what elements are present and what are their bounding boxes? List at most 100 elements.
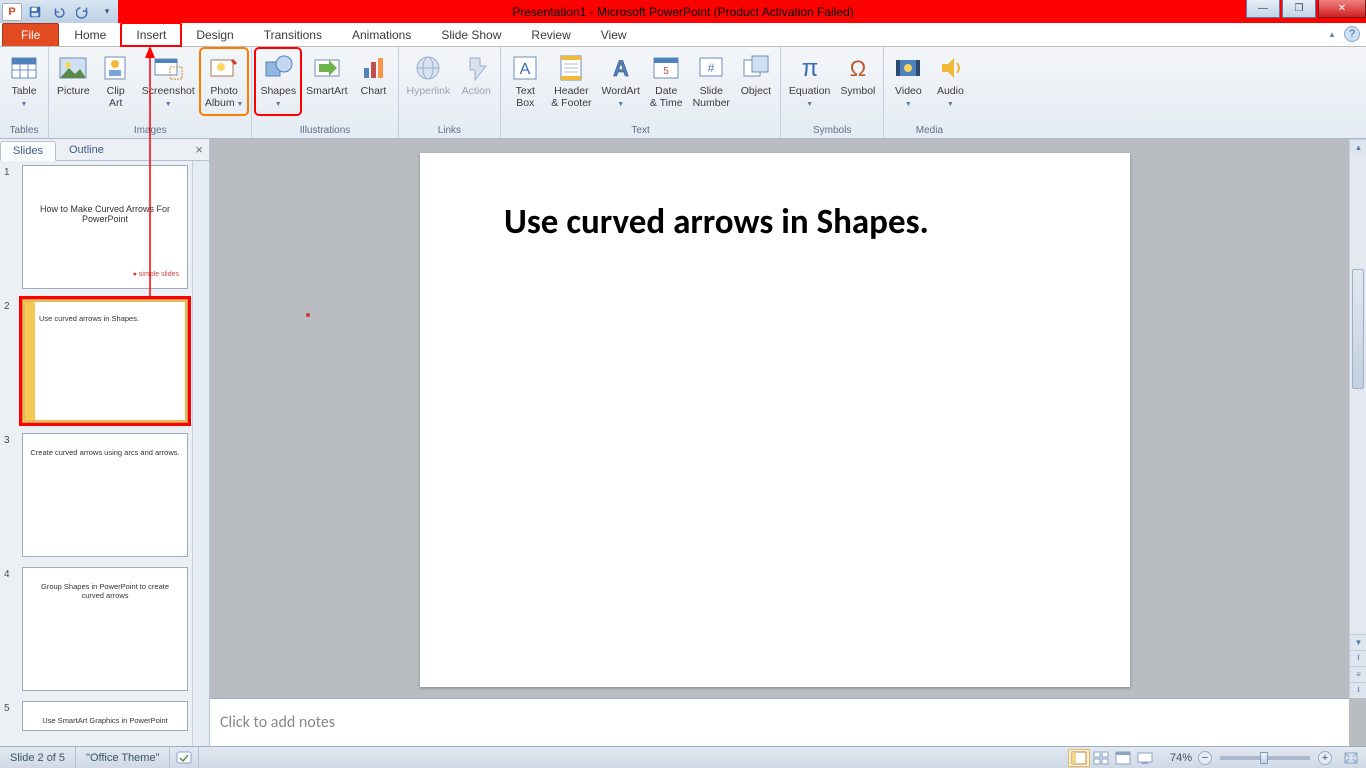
editor-vertical-scrollbar[interactable]: ▲ ▼ ⭱ ≡ ⭳ [1349, 139, 1366, 698]
group-illustrations: Shapes▼ SmartArt Chart Illustrations [252, 47, 398, 138]
slide-thumb-2[interactable]: 2 Use curved arrows in Shapes. [4, 299, 192, 423]
slide-thumbnails[interactable]: 1 How to Make Curved Arrows For PowerPoi… [0, 161, 192, 746]
scroll-up-icon[interactable]: ▲ [1350, 139, 1366, 155]
slidenumber-button[interactable]: #Slide Number [689, 49, 734, 112]
shapes-icon [262, 52, 294, 84]
scroll-down-icon[interactable]: ▼ [1350, 634, 1366, 650]
group-images: Picture Clip Art Screenshot▼ Photo Album… [49, 47, 252, 138]
audio-button[interactable]: Audio▼ [930, 49, 970, 114]
screenshot-icon [152, 52, 184, 84]
table-icon [8, 52, 40, 84]
group-label-tables: Tables [0, 125, 48, 138]
window-title: Presentation1 - Microsoft PowerPoint (Pr… [0, 5, 1366, 19]
save-icon[interactable] [24, 2, 46, 22]
textbox-icon: A [509, 52, 541, 84]
tab-file[interactable]: File [2, 23, 59, 46]
group-label-text: Text [501, 125, 780, 138]
hyperlink-button: Hyperlink [403, 49, 455, 100]
headerfooter-button[interactable]: Header & Footer [547, 49, 595, 112]
zoom-out-button[interactable]: − [1198, 751, 1212, 765]
svg-text:π: π [801, 55, 818, 82]
close-button[interactable]: ✕ [1318, 0, 1366, 18]
video-button[interactable]: Video▼ [888, 49, 928, 114]
chart-icon [358, 52, 390, 84]
slide-canvas-area[interactable]: Use curved arrows in Shapes. [210, 139, 1366, 698]
prev-slide-icon[interactable]: ⭱ [1350, 650, 1366, 666]
textbox-button[interactable]: AText Box [505, 49, 545, 112]
equation-icon: π [794, 52, 826, 84]
panel-tab-slides[interactable]: Slides [0, 141, 56, 161]
scroll-thumb[interactable] [1352, 269, 1364, 389]
object-button[interactable]: Object [736, 49, 776, 100]
slide-thumb-4[interactable]: 4 Group Shapes in PowerPoint to create c… [4, 567, 192, 691]
notes-pane[interactable]: Click to add notes [210, 698, 1349, 746]
clipart-button[interactable]: Clip Art [96, 49, 136, 112]
slide-thumb-3[interactable]: 3 Create curved arrows using arcs and ar… [4, 433, 192, 557]
screenshot-button[interactable]: Screenshot▼ [138, 49, 199, 114]
tab-review[interactable]: Review [516, 23, 585, 46]
svg-text:Ω: Ω [850, 56, 866, 81]
status-bar: Slide 2 of 5 "Office Theme" 74% − + [0, 746, 1366, 768]
view-reading-icon[interactable] [1112, 749, 1134, 767]
status-theme[interactable]: "Office Theme" [76, 747, 170, 768]
notes-placeholder: Click to add notes [220, 713, 335, 732]
zoom-in-button[interactable]: + [1318, 751, 1332, 765]
undo-icon[interactable] [48, 2, 70, 22]
redo-icon[interactable] [72, 2, 94, 22]
wordart-button[interactable]: AWordArt▼ [598, 49, 644, 114]
next-slide-icon[interactable]: ⭳ [1350, 682, 1366, 698]
slide-thumb-5[interactable]: 5 Use SmartArt Graphics in PowerPoint [4, 701, 192, 731]
group-symbols: πEquation▼ ΩSymbol Symbols [781, 47, 884, 138]
quick-access-toolbar: P ▾ [0, 0, 118, 23]
group-label-illustrations: Illustrations [252, 125, 397, 138]
tab-animations[interactable]: Animations [337, 23, 426, 46]
qat-customize-icon[interactable]: ▾ [96, 2, 118, 22]
symbol-button[interactable]: ΩSymbol [836, 49, 879, 100]
hyperlink-icon [412, 52, 444, 84]
headerfooter-icon [555, 52, 587, 84]
datetime-button[interactable]: 5Date & Time [646, 49, 687, 112]
equation-button[interactable]: πEquation▼ [785, 49, 834, 114]
collapse-ribbon-icon[interactable]: ▴ [1324, 26, 1340, 42]
status-spellcheck-icon[interactable] [170, 747, 199, 768]
view-sorter-icon[interactable] [1090, 749, 1112, 767]
action-icon [460, 52, 492, 84]
tab-slideshow[interactable]: Slide Show [426, 23, 516, 46]
help-icon[interactable]: ? [1344, 26, 1360, 42]
chart-button[interactable]: Chart [354, 49, 394, 100]
slide-heading[interactable]: Use curved arrows in Shapes. [504, 201, 1130, 243]
status-slide-indicator[interactable]: Slide 2 of 5 [0, 747, 76, 768]
panel-close-icon[interactable]: × [195, 142, 203, 157]
tab-home[interactable]: Home [59, 23, 121, 46]
smartart-button[interactable]: SmartArt [302, 49, 351, 100]
view-normal-icon[interactable] [1068, 749, 1090, 767]
panel-scrollbar[interactable] [192, 161, 209, 746]
tab-insert[interactable]: Insert [121, 23, 181, 46]
zoom-slider[interactable] [1220, 756, 1310, 760]
group-tables: Table▼ Tables [0, 47, 49, 138]
group-media: Video▼ Audio▼ Media [884, 47, 974, 138]
picture-button[interactable]: Picture [53, 49, 94, 100]
app-icon[interactable]: P [2, 3, 22, 21]
view-slideshow-icon[interactable] [1134, 749, 1156, 767]
panel-tab-outline[interactable]: Outline [56, 140, 117, 160]
tab-view[interactable]: View [586, 23, 642, 46]
tab-design[interactable]: Design [181, 23, 248, 46]
slide-thumb-1[interactable]: 1 How to Make Curved Arrows For PowerPoi… [4, 165, 192, 289]
restore-button[interactable]: ❐ [1282, 0, 1316, 18]
shapes-button[interactable]: Shapes▼ [256, 49, 300, 114]
group-label-media: Media [884, 125, 974, 138]
svg-text:A: A [613, 56, 629, 81]
zoom-percent[interactable]: 74% [1166, 752, 1196, 764]
tab-transitions[interactable]: Transitions [249, 23, 337, 46]
wordart-icon: A [605, 52, 637, 84]
fit-window-icon[interactable] [1340, 749, 1362, 767]
photoalbum-button[interactable]: Photo Album ▼ [201, 49, 248, 114]
table-button[interactable]: Table▼ [4, 49, 44, 114]
nav-slide-icon[interactable]: ≡ [1350, 666, 1366, 682]
photoalbum-icon [208, 52, 240, 84]
zoom-slider-thumb[interactable] [1260, 752, 1268, 764]
minimize-button[interactable]: — [1246, 0, 1280, 18]
object-icon [740, 52, 772, 84]
slide-canvas[interactable]: Use curved arrows in Shapes. [420, 153, 1130, 687]
